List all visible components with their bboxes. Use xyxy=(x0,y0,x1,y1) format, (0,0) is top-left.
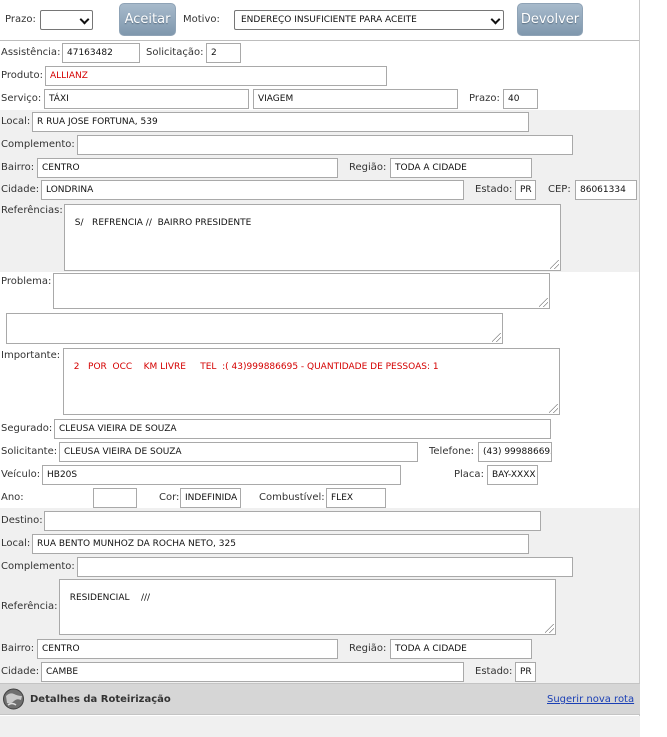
destino-label: Destino: xyxy=(1,515,43,526)
regiao-origem-label: Região: xyxy=(349,162,387,173)
problema-label: Problema: xyxy=(1,276,52,287)
solicitacao-field[interactable]: 2 xyxy=(206,43,241,63)
local-origem-label: Local: xyxy=(1,116,31,127)
placa-label: Placa: xyxy=(454,469,484,480)
ano-label: Ano: xyxy=(1,492,24,503)
prazo-field[interactable]: 40 xyxy=(503,89,538,109)
importante-label: Importante: xyxy=(1,350,61,361)
referencia-destino-label: Referência: xyxy=(1,601,58,612)
cidade-destino-label: Cidade: xyxy=(1,666,40,677)
cidade-destino-field[interactable]: CAMBE xyxy=(41,662,464,682)
referencias-textarea[interactable]: S/ REFRENCIA // BAIRRO PRESIDENTE xyxy=(64,204,561,271)
produto-label: Produto: xyxy=(1,70,43,81)
suggest-route-link[interactable]: Sugerir nova rota xyxy=(547,694,634,706)
assistencia-field[interactable]: 47163482 xyxy=(62,43,140,63)
importante-text: 2 POR OCC KM LIVRE TEL :( 43)999886695 -… xyxy=(73,362,439,372)
bairro-origem-label: Bairro: xyxy=(1,162,35,173)
local-destino-label: Local: xyxy=(1,538,31,549)
solicitacao-label: Solicitação: xyxy=(146,47,204,58)
aceitar-button[interactable]: Aceitar xyxy=(119,3,176,36)
estado-destino-label: Estado: xyxy=(475,666,513,677)
cidade-origem-field[interactable]: LONDRINA xyxy=(41,180,464,200)
complemento-destino-field[interactable] xyxy=(77,557,573,577)
motivo-value: ENDEREÇO INSUFICIENTE PARA ACEITE xyxy=(241,15,417,25)
solicitante-field[interactable]: CLEUSA VIEIRA DE SOUZA xyxy=(59,442,418,462)
referencia-destino-text: RESIDENCIAL /// xyxy=(69,593,151,603)
assistencia-label: Assistência: xyxy=(1,47,61,58)
bairro-destino-label: Bairro: xyxy=(1,643,35,654)
segurado-field[interactable]: CLEUSA VIEIRA DE SOUZA xyxy=(54,419,551,439)
chevron-down-icon xyxy=(79,14,90,25)
prazo-top-label: Prazo: xyxy=(5,14,36,25)
regiao-origem-field[interactable]: TODA A CIDADE xyxy=(390,158,532,178)
problema-textarea[interactable] xyxy=(53,273,550,309)
referencias-text: S/ REFRENCIA // BAIRRO PRESIDENTE xyxy=(74,218,252,228)
cep-field[interactable]: 86061334 xyxy=(575,180,637,200)
bairro-origem-field[interactable]: CENTRO xyxy=(37,158,338,178)
prazo-top-select[interactable] xyxy=(40,10,93,30)
regiao-destino-field[interactable]: TODA A CIDADE xyxy=(390,639,532,659)
telefone-field[interactable]: (43) 999886695 xyxy=(478,442,552,462)
complemento-origem-field[interactable] xyxy=(77,135,573,155)
veiculo-label: Veículo: xyxy=(1,469,41,480)
segurado-label: Segurado: xyxy=(1,423,53,434)
telefone-label: Telefone: xyxy=(429,446,474,457)
cep-label: CEP: xyxy=(548,184,571,195)
servico-tipo-field[interactable]: VIAGEM xyxy=(253,89,458,109)
resize-grip-icon[interactable] xyxy=(492,333,501,342)
veiculo-field[interactable]: HB20S xyxy=(42,465,401,485)
servico-field[interactable]: TÁXI xyxy=(44,89,249,109)
cidade-origem-label: Cidade: xyxy=(1,184,40,195)
top-bar-divider xyxy=(0,40,640,41)
complemento-destino-label: Complemento: xyxy=(1,561,75,572)
local-origem-field[interactable]: R RUA JOSE FORTUNA, 539 xyxy=(32,112,529,132)
estado-origem-field[interactable]: PR xyxy=(515,180,536,200)
motivo-select[interactable]: ENDEREÇO INSUFICIENTE PARA ACEITE xyxy=(234,10,504,30)
complemento-origem-label: Complemento: xyxy=(1,139,75,150)
chevron-down-icon xyxy=(490,14,501,25)
resize-grip-icon[interactable] xyxy=(549,404,558,413)
cor-field[interactable]: INDEFINIDA xyxy=(180,488,241,508)
solicitante-label: Solicitante: xyxy=(1,446,58,457)
resize-grip-icon[interactable] xyxy=(539,298,548,307)
cor-label: Cor: xyxy=(159,492,180,503)
extra-textarea[interactable] xyxy=(6,313,503,344)
regiao-destino-label: Região: xyxy=(349,643,387,654)
referencia-destino-textarea[interactable]: RESIDENCIAL /// xyxy=(59,579,556,635)
resize-grip-icon[interactable] xyxy=(550,260,559,269)
page-bottom xyxy=(0,716,640,737)
routing-title: Detalhes da Roteirização xyxy=(30,694,171,705)
devolver-button[interactable]: Devolver xyxy=(517,3,583,36)
combustivel-label: Combustível: xyxy=(259,492,325,503)
prazo-label: Prazo: xyxy=(469,93,500,104)
ano-field[interactable] xyxy=(93,488,137,508)
route-icon xyxy=(2,688,25,710)
placa-field[interactable]: BAY-XXXX xyxy=(487,465,538,485)
bairro-destino-field[interactable]: CENTRO xyxy=(37,639,338,659)
estado-destino-field[interactable]: PR xyxy=(515,662,536,682)
produto-field[interactable]: ALLIANZ xyxy=(45,66,387,86)
servico-label: Serviço: xyxy=(1,93,42,104)
resize-grip-icon[interactable] xyxy=(545,624,554,633)
combustivel-field[interactable]: FLEX xyxy=(326,488,386,508)
right-border xyxy=(639,0,640,737)
local-destino-field[interactable]: RUA BENTO MUNHOZ DA ROCHA NETO, 325 xyxy=(32,534,529,554)
motivo-label: Motivo: xyxy=(183,14,220,25)
referencias-label: Referências: xyxy=(1,205,63,216)
destino-field[interactable] xyxy=(44,511,541,531)
estado-origem-label: Estado: xyxy=(475,184,513,195)
importante-textarea[interactable]: 2 POR OCC KM LIVRE TEL :( 43)999886695 -… xyxy=(63,348,560,415)
